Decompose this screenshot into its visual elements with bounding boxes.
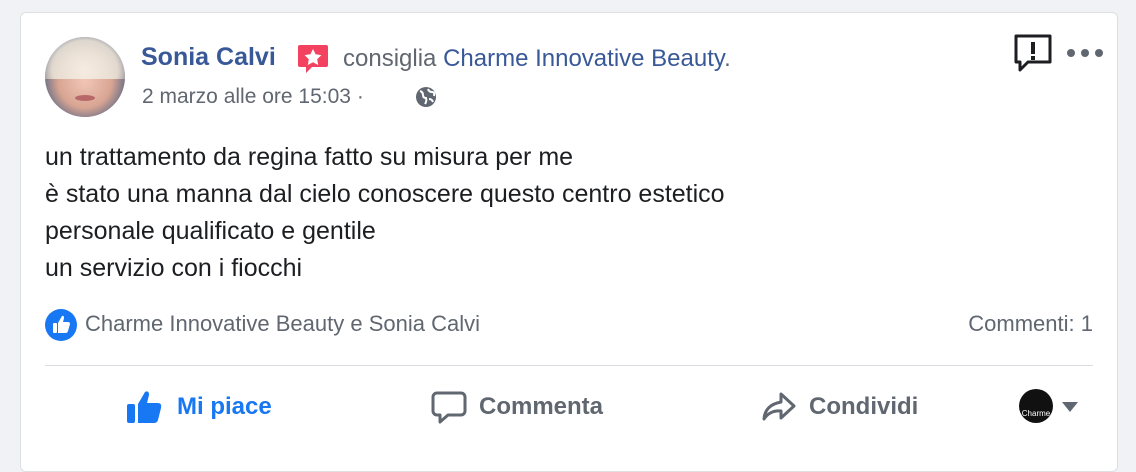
comment-label: Commenta (479, 393, 604, 420)
post-line: è stato una manna dal cielo conoscere qu… (45, 180, 725, 208)
thumbs-up-icon (53, 315, 70, 333)
reactors-list[interactable]: Charme Innovative Beauty e Sonia Calvi (85, 311, 480, 337)
recommendation-star-icon (298, 45, 328, 73)
comments-count[interactable]: Commenti: 1 (968, 311, 1093, 337)
post-timestamp: 2 marzo alle ore 15:03 · (142, 85, 364, 109)
more-options-icon[interactable] (1065, 45, 1105, 61)
share-button[interactable]: Condividi (761, 385, 918, 429)
action-text: consiglia (343, 45, 437, 72)
comment-button[interactable]: Commenta (431, 385, 603, 429)
post-body: un trattamento da regina fatto su misura… (45, 139, 725, 287)
post-line: un servizio con i fiocchi (45, 254, 303, 282)
post-card: Sonia Calvi consiglia Charme Innovative … (20, 12, 1118, 472)
like-button[interactable]: Mi piace (125, 385, 272, 429)
chevron-down-icon[interactable] (1061, 401, 1079, 413)
actions-divider (45, 365, 1093, 366)
author-name[interactable]: Sonia Calvi (141, 43, 276, 72)
share-label: Condividi (809, 393, 919, 420)
timestamp-link[interactable]: 2 marzo alle ore 15:03 (142, 85, 351, 108)
post-line: un trattamento da regina fatto su misura… (45, 143, 574, 171)
globe-icon[interactable] (414, 85, 438, 109)
page-suffix: . (724, 45, 731, 72)
recommended-page-link[interactable]: Charme Innovative Beauty (443, 45, 724, 72)
meta-separator: · (356, 85, 364, 108)
share-arrow-icon (762, 392, 796, 421)
thumbs-up-icon (127, 391, 162, 423)
recommendation-line: consiglia Charme Innovative Beauty. (343, 45, 731, 73)
like-reaction-badge[interactable] (45, 309, 77, 341)
post-line: personale qualificato e gentile (45, 217, 376, 245)
page-avatar-logo-text: Charme (1021, 409, 1051, 418)
comment-bubble-icon (431, 391, 467, 424)
author-avatar[interactable] (45, 37, 125, 117)
like-label: Mi piace (177, 393, 272, 420)
page-avatar[interactable]: Charme (1019, 389, 1053, 423)
report-icon[interactable] (1013, 33, 1053, 75)
